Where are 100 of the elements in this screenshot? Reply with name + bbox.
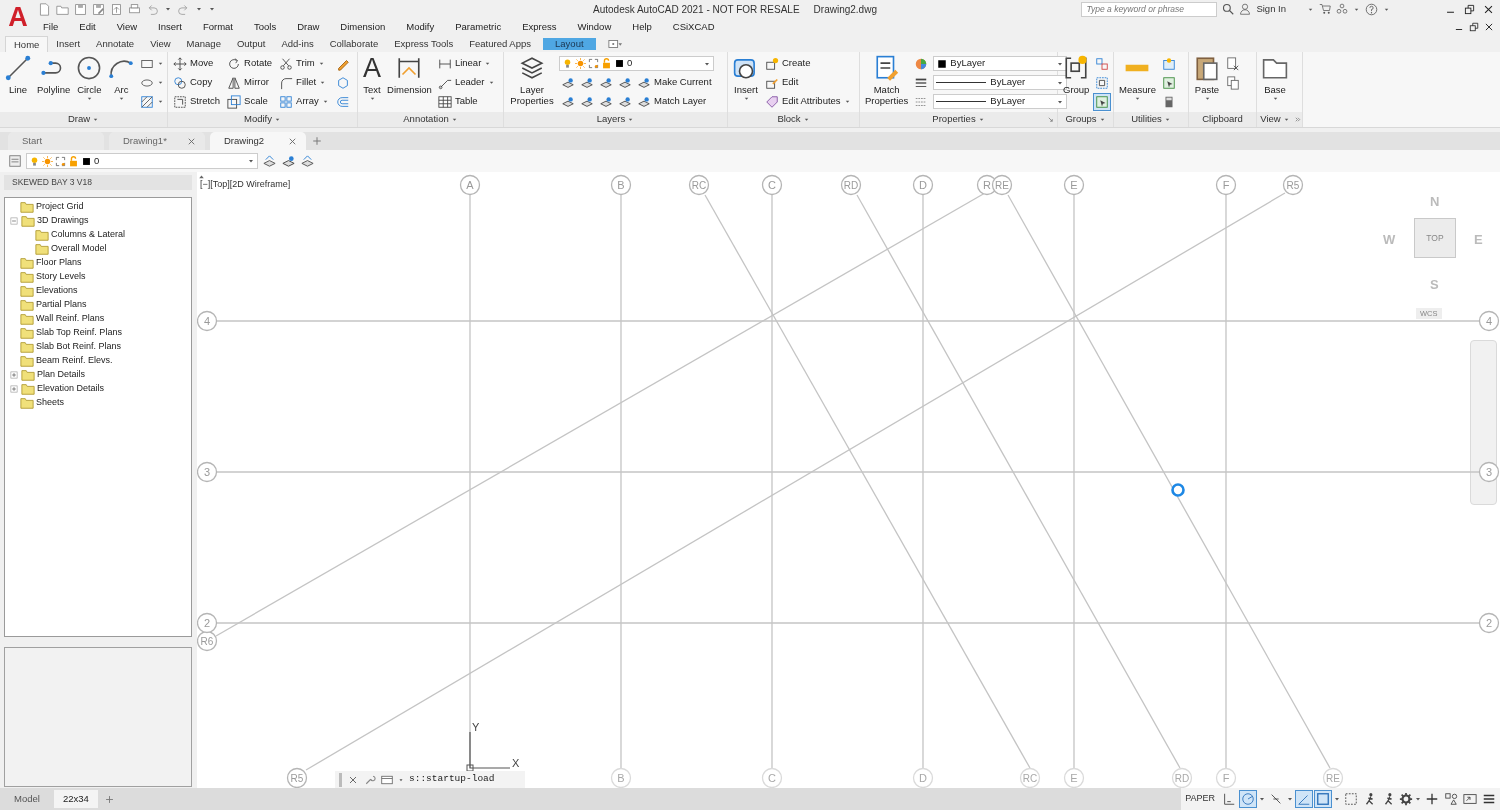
file-tab[interactable]: Drawing1* [109,132,205,150]
help-icon[interactable] [1365,2,1378,16]
save-as-icon[interactable] [92,2,105,16]
command-input[interactable]: s::startup-load [409,772,495,787]
tree-item[interactable]: Floor Plans [36,256,82,270]
tool-button[interactable]: Leader [435,73,497,92]
launcher-arrow-icon[interactable] [1047,116,1054,123]
close-icon[interactable] [1484,22,1494,32]
tool-button[interactable]: Scale [225,92,275,111]
tool-button[interactable]: Mirror [225,73,275,92]
restore-icon[interactable] [1464,3,1475,15]
menu-item[interactable]: Insert [147,19,193,35]
search-icon[interactable] [1222,3,1235,15]
tool-button[interactable]: Line [3,54,33,96]
sign-in-link[interactable]: Sign In [1256,1,1286,17]
tree-item[interactable]: Project Grid [36,200,84,214]
caret-icon[interactable] [164,5,172,13]
ribbon-tab[interactable]: Insert [48,36,89,52]
sheet-tab[interactable]: Model [5,789,49,809]
new-document-icon[interactable] [38,2,51,16]
ribbon-tab[interactable]: Layout [543,38,596,50]
menu-item[interactable]: Tools [243,19,287,35]
tool-button[interactable]: Edit Attributes [763,92,853,111]
status-toggle[interactable] [1295,790,1313,808]
tool-button[interactable]: Fillet [277,73,331,92]
tool-button[interactable]: Stretch [171,92,223,111]
layer-dropdown[interactable]: 0 [559,56,714,71]
menu-item[interactable]: View [106,19,148,35]
menu-item[interactable]: Draw [286,19,330,35]
tool-button[interactable]: Move [171,54,223,73]
tool-button[interactable]: Match Layer [635,92,714,111]
restore-icon[interactable] [1469,22,1479,32]
status-toggle[interactable] [1342,790,1360,808]
menu-icon[interactable] [1482,792,1496,806]
sheet-tab[interactable]: 22x34 [53,789,98,809]
ribbon-tab[interactable]: Add-ins [273,36,322,52]
tool-button[interactable]: Polyline [35,54,73,96]
ribbon-tab[interactable]: Manage [178,36,229,52]
ribbon-tab[interactable]: Featured Apps [461,36,540,52]
people-icon[interactable] [1336,3,1348,15]
space-toggle[interactable]: PAPER [1181,792,1219,806]
layer-tool-icon[interactable] [262,153,277,169]
tool-button[interactable]: A Text [361,54,383,103]
tool-button[interactable]: Make Current [635,73,714,92]
linetype-dropdown[interactable]: ByLayer [933,94,1068,109]
tool-button[interactable]: Create [763,54,853,73]
user-icon[interactable] [1239,3,1252,15]
file-tab[interactable]: Drawing2 [210,132,306,150]
sheet-tool-icon[interactable] [281,153,296,169]
caret-icon[interactable] [1286,795,1294,803]
tool-button[interactable]: Linear [435,54,497,73]
tool-button[interactable]: Edit [763,73,853,92]
tree-item[interactable]: Elevation Details [37,382,105,396]
panel-title-button[interactable]: Utilities [1129,112,1173,127]
command-prompt-icon[interactable] [381,773,393,786]
menu-item[interactable]: File [36,19,69,35]
tree-item[interactable]: Beam Reinf. Elevs. [36,354,113,368]
expand-icon[interactable] [9,370,19,380]
panel-title-button[interactable]: Layers [594,112,637,127]
shapes-icon[interactable] [1444,792,1458,806]
ribbon-tab[interactable]: Express Tools [386,36,462,52]
wrench-icon[interactable] [364,773,376,786]
ribbon-tab[interactable]: Output [228,36,274,52]
tool-button[interactable]: Table [435,92,497,111]
menu-item[interactable]: Express [511,19,567,35]
tool-button[interactable]: Dimension [385,54,434,96]
tree-item[interactable]: Partial Plans [36,298,87,312]
settings-icon[interactable] [1399,792,1413,806]
tree-item[interactable]: Elevations [36,284,78,298]
layer-dropdown[interactable]: 0 [26,153,258,169]
file-tab[interactable]: Start [8,132,104,150]
printer-icon[interactable] [128,2,141,16]
tool-button[interactable]: Layer Properties [507,54,557,107]
plus-icon[interactable] [103,793,115,805]
panel-title-button[interactable]: Draw [65,112,102,127]
tree-item[interactable]: Overall Model [51,242,107,256]
layer-states-icon[interactable] [8,154,22,168]
panel-title-button[interactable]: Block [775,112,812,127]
expand-icon[interactable] [9,384,19,394]
tool-button[interactable]: Circle [74,54,105,103]
status-toggle[interactable] [1239,790,1257,808]
tool-button[interactable]: Trim [277,54,331,73]
tree-item[interactable]: Wall Reinf. Plans [36,312,105,326]
search-field[interactable]: Type a keyword or phrase [1081,1,1218,17]
color-dropdown[interactable]: ByLayer [933,56,1068,71]
tool-button[interactable]: Match Properties [863,54,911,107]
layer-tool-icon[interactable] [300,153,315,169]
panel-title-button[interactable]: Properties [930,112,987,127]
status-toggle[interactable] [1314,790,1332,808]
panel-toggle-icon[interactable] [607,37,622,51]
tool-button[interactable]: Measure [1117,54,1158,103]
tool-button[interactable]: Insert [731,54,761,103]
app-logo[interactable]: A [0,0,36,36]
upload-icon[interactable] [110,2,123,16]
close-icon[interactable] [1483,3,1494,15]
menu-item[interactable]: Edit [68,19,107,35]
ribbon-tab[interactable]: View [142,36,179,52]
panel-title-button[interactable]: Clipboard [1200,112,1245,127]
fullscreen-icon[interactable] [1463,792,1477,806]
plus-icon[interactable] [311,135,323,147]
